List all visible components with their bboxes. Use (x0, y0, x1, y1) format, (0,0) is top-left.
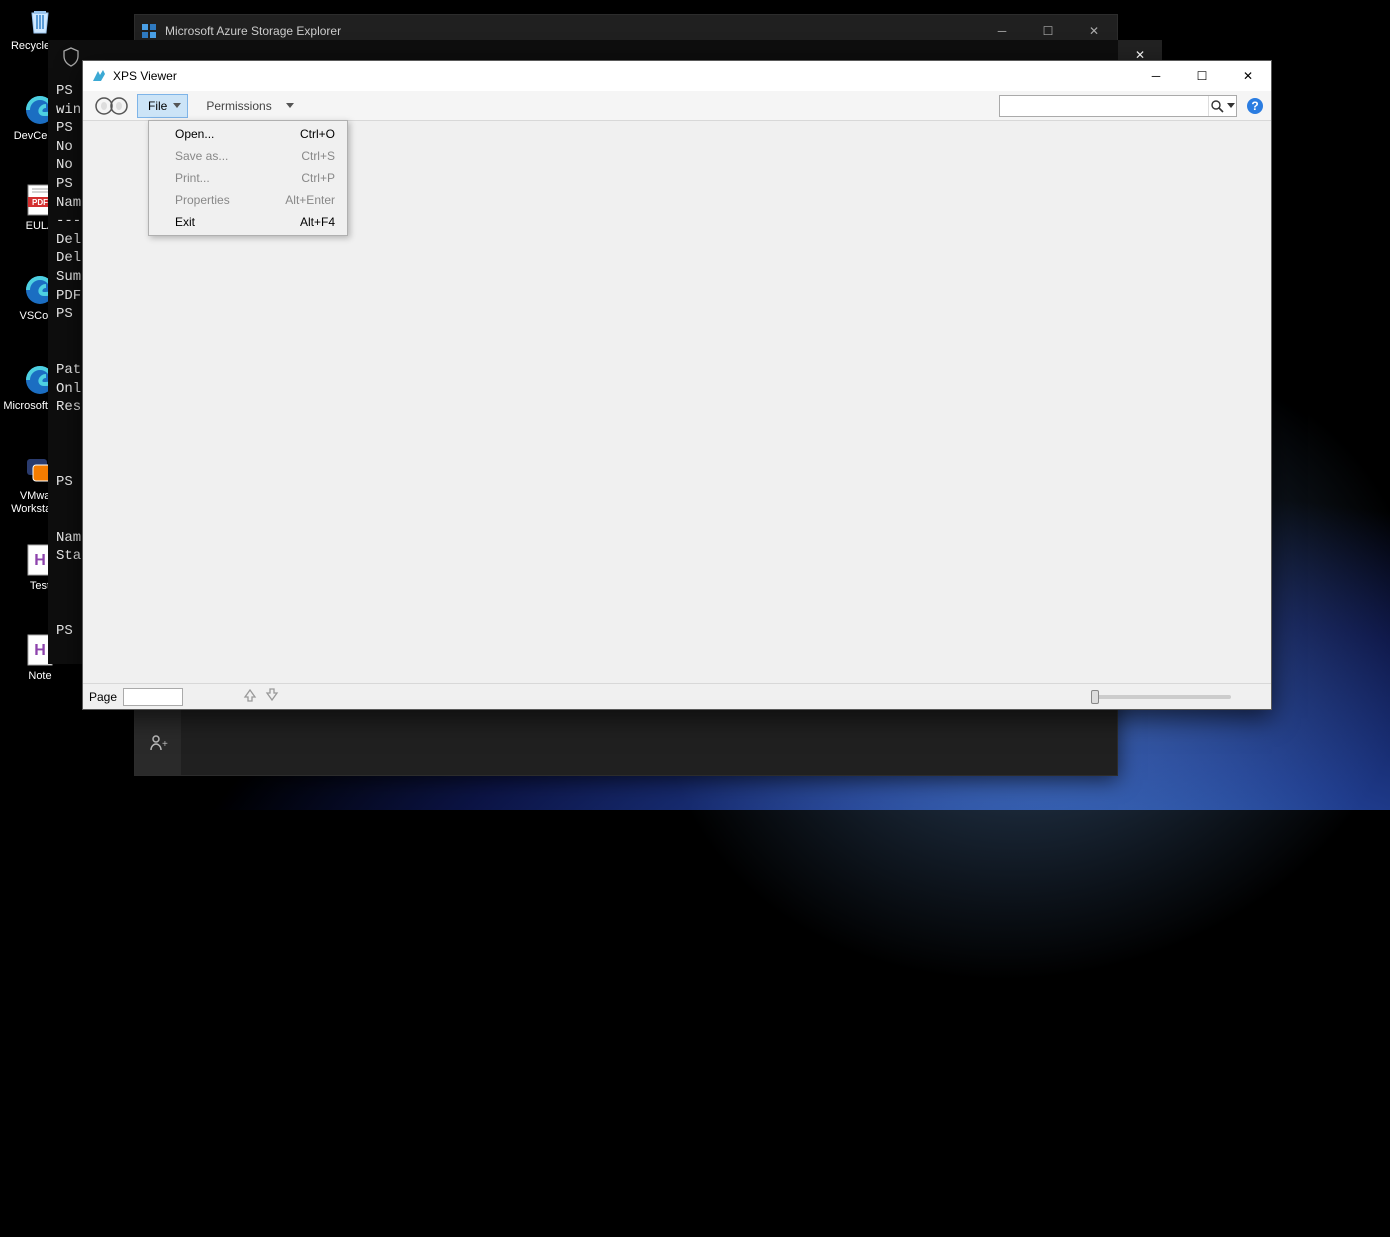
menu-item-shortcut: Ctrl+S (301, 149, 335, 163)
file-menu-save-as: Save as... Ctrl+S (151, 145, 345, 167)
page-up-button[interactable] (243, 688, 257, 705)
azure-app-icon (141, 23, 157, 39)
azure-window-title: Microsoft Azure Storage Explorer (165, 24, 341, 38)
page-label: Page (89, 690, 117, 704)
menu-item-label: Exit (175, 215, 195, 229)
xps-minimize-button[interactable]: ─ (1133, 61, 1179, 91)
svg-text:H: H (34, 642, 46, 659)
menu-item-label: Properties (175, 193, 230, 207)
svg-text:H: H (34, 552, 46, 569)
xps-toolbar: File Permissions ? Open... Ctrl+O Save (83, 91, 1271, 121)
search-button[interactable] (1208, 96, 1236, 116)
help-button[interactable]: ? (1243, 95, 1267, 117)
file-dropdown-menu: Open... Ctrl+O Save as... Ctrl+S Print..… (148, 120, 348, 236)
chevron-down-icon (173, 103, 181, 108)
page-down-button[interactable] (265, 688, 279, 705)
search-icon (1210, 99, 1224, 113)
search-box[interactable] (999, 95, 1237, 117)
page-number-input[interactable] (123, 688, 183, 706)
azure-account-icon[interactable]: + (135, 721, 181, 765)
menu-item-shortcut: Alt+Enter (285, 193, 335, 207)
menu-item-label: Open... (175, 127, 214, 141)
binoculars-icon[interactable] (87, 93, 137, 119)
menu-item-shortcut: Alt+F4 (300, 215, 335, 229)
desktop-icon-label: Note (28, 670, 51, 683)
zoom-slider[interactable] (1091, 695, 1231, 699)
svg-text:?: ? (1251, 99, 1258, 113)
chevron-down-icon (286, 103, 294, 108)
permissions-label: Permissions (206, 99, 271, 113)
menu-item-label: Print... (175, 171, 210, 185)
recycle-bin-icon (22, 2, 58, 38)
file-menu-exit[interactable]: Exit Alt+F4 (151, 211, 345, 233)
xps-maximize-button[interactable]: ☐ (1179, 61, 1225, 91)
xps-window-title: XPS Viewer (113, 69, 177, 83)
chevron-down-icon (1227, 103, 1235, 108)
file-menu-open[interactable]: Open... Ctrl+O (151, 123, 345, 145)
file-menu-properties: Properties Alt+Enter (151, 189, 345, 211)
file-menu-label: File (148, 99, 167, 113)
help-icon: ? (1246, 97, 1264, 115)
file-menu-print: Print... Ctrl+P (151, 167, 345, 189)
xps-app-icon (91, 68, 107, 84)
xps-titlebar[interactable]: XPS Viewer ─ ☐ ✕ (83, 61, 1271, 91)
menu-item-label: Save as... (175, 149, 228, 163)
file-menu-button[interactable]: File (137, 94, 188, 118)
menu-item-shortcut: Ctrl+O (300, 127, 335, 141)
svg-text:PDF: PDF (32, 198, 48, 207)
xps-viewer-window: XPS Viewer ─ ☐ ✕ File Permissions (82, 60, 1272, 710)
xps-statusbar: Page (83, 683, 1271, 709)
svg-text:+: + (162, 739, 168, 750)
search-input[interactable] (1000, 96, 1208, 116)
xps-close-button[interactable]: ✕ (1225, 61, 1271, 91)
permissions-menu-button[interactable]: Permissions (200, 94, 299, 118)
zoom-slider-thumb[interactable] (1091, 690, 1099, 704)
menu-item-shortcut: Ctrl+P (301, 171, 335, 185)
